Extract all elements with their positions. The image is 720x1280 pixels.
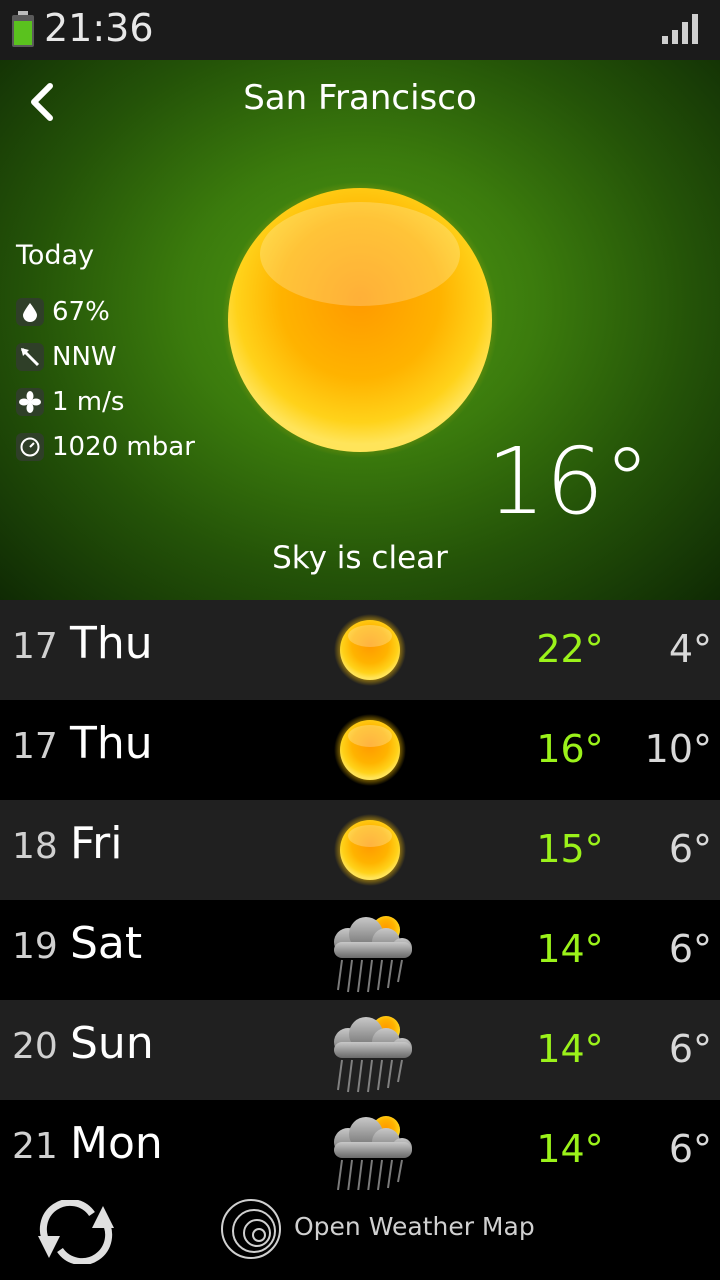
forecast-day: Fri (70, 818, 123, 869)
sun-icon (334, 614, 406, 686)
battery-icon (12, 11, 34, 47)
fan-icon (16, 388, 44, 416)
forecast-high-temp: 15° (536, 827, 604, 871)
wind-speed-value: 1 m/s (52, 387, 125, 417)
gauge-icon (16, 433, 44, 461)
open-weather-map-logo (221, 1199, 281, 1259)
humidity-drop-icon (16, 298, 44, 326)
rain-cloud-sun-icon (334, 1116, 412, 1193)
clear-sky-sun-icon (222, 182, 498, 458)
humidity-value: 67% (52, 297, 110, 327)
forecast-date: 19 (12, 926, 58, 967)
forecast-row[interactable]: 17 Thu 22° 4° (0, 600, 720, 700)
forecast-date: 18 (12, 826, 58, 867)
forecast-date: 20 (12, 1026, 58, 1067)
humidity-stat: 67% (16, 296, 110, 328)
forecast-date: 17 (12, 726, 58, 767)
status-time: 21:36 (44, 6, 154, 50)
forecast-day: Thu (70, 618, 153, 669)
rain-cloud-sun-icon (334, 1016, 412, 1093)
forecast-low-temp: 4° (668, 627, 712, 671)
pressure-value: 1020 mbar (52, 432, 195, 462)
forecast-high-temp: 14° (536, 1127, 604, 1171)
today-label: Today (16, 240, 95, 271)
forecast-high-temp: 16° (536, 727, 604, 771)
weather-description: Sky is clear (272, 540, 448, 576)
wind-direction-value: NNW (52, 342, 117, 372)
forecast-low-temp: 6° (668, 827, 712, 871)
forecast-date: 17 (12, 626, 58, 667)
status-bar: 21:36 (0, 0, 720, 60)
wind-direction-stat: NNW (16, 341, 117, 373)
forecast-low-temp: 6° (668, 927, 712, 971)
forecast-row[interactable]: 20 Sun 14° 6° (0, 1000, 720, 1100)
forecast-high-temp: 22° (536, 627, 604, 671)
forecast-low-temp: 6° (668, 1127, 712, 1171)
provider-credit[interactable]: Open Weather Map (294, 1212, 535, 1241)
refresh-icon[interactable] (34, 1200, 118, 1264)
rain-cloud-sun-icon (334, 916, 412, 993)
wind-direction-icon (16, 343, 44, 371)
forecast-low-temp: 6° (668, 1027, 712, 1071)
forecast-row[interactable]: 21 Mon 14° 6° (0, 1100, 720, 1200)
city-title: San Francisco (243, 78, 477, 118)
forecast-day: Sun (70, 1018, 154, 1069)
forecast-date: 21 (12, 1126, 58, 1167)
forecast-day: Sat (70, 918, 143, 969)
forecast-low-temp: 10° (644, 727, 712, 771)
sun-icon (334, 714, 406, 786)
pressure-stat: 1020 mbar (16, 431, 195, 463)
signal-icon (662, 14, 698, 44)
current-temperature: 16° (486, 428, 650, 535)
forecast-day: Mon (70, 1118, 163, 1169)
forecast-row[interactable]: 18 Fri 15° 6° (0, 800, 720, 900)
forecast-row[interactable]: 17 Thu 16° 10° (0, 700, 720, 800)
forecast-row[interactable]: 19 Sat 14° 6° (0, 900, 720, 1000)
forecast-day: Thu (70, 718, 153, 769)
wind-speed-stat: 1 m/s (16, 386, 124, 418)
footer-bar: Open Weather Map (0, 1190, 720, 1280)
current-weather-panel: San Francisco Today 67% NNW 1 m/s 1020 m… (0, 60, 720, 600)
sun-icon (334, 814, 406, 886)
forecast-high-temp: 14° (536, 927, 604, 971)
forecast-high-temp: 14° (536, 1027, 604, 1071)
